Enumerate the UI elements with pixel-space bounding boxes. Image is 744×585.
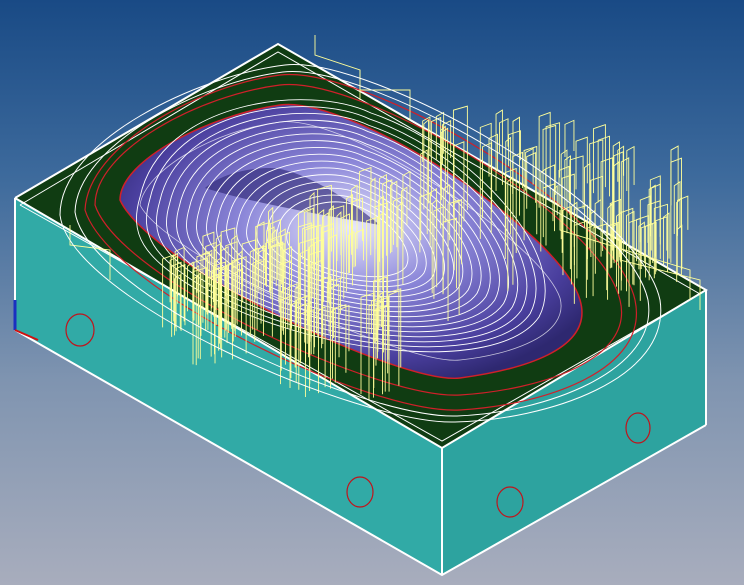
linking-move [593, 124, 606, 194]
linking-move [655, 216, 668, 257]
cam-3d-viewport[interactable] [0, 0, 744, 585]
linking-move [663, 212, 670, 265]
linking-move [626, 145, 635, 191]
linking-move [575, 136, 588, 190]
toolpath-scene[interactable] [0, 0, 744, 585]
linking-move [564, 119, 575, 158]
linking-move [597, 135, 610, 203]
linking-move [545, 122, 561, 184]
linking-move [677, 195, 689, 236]
